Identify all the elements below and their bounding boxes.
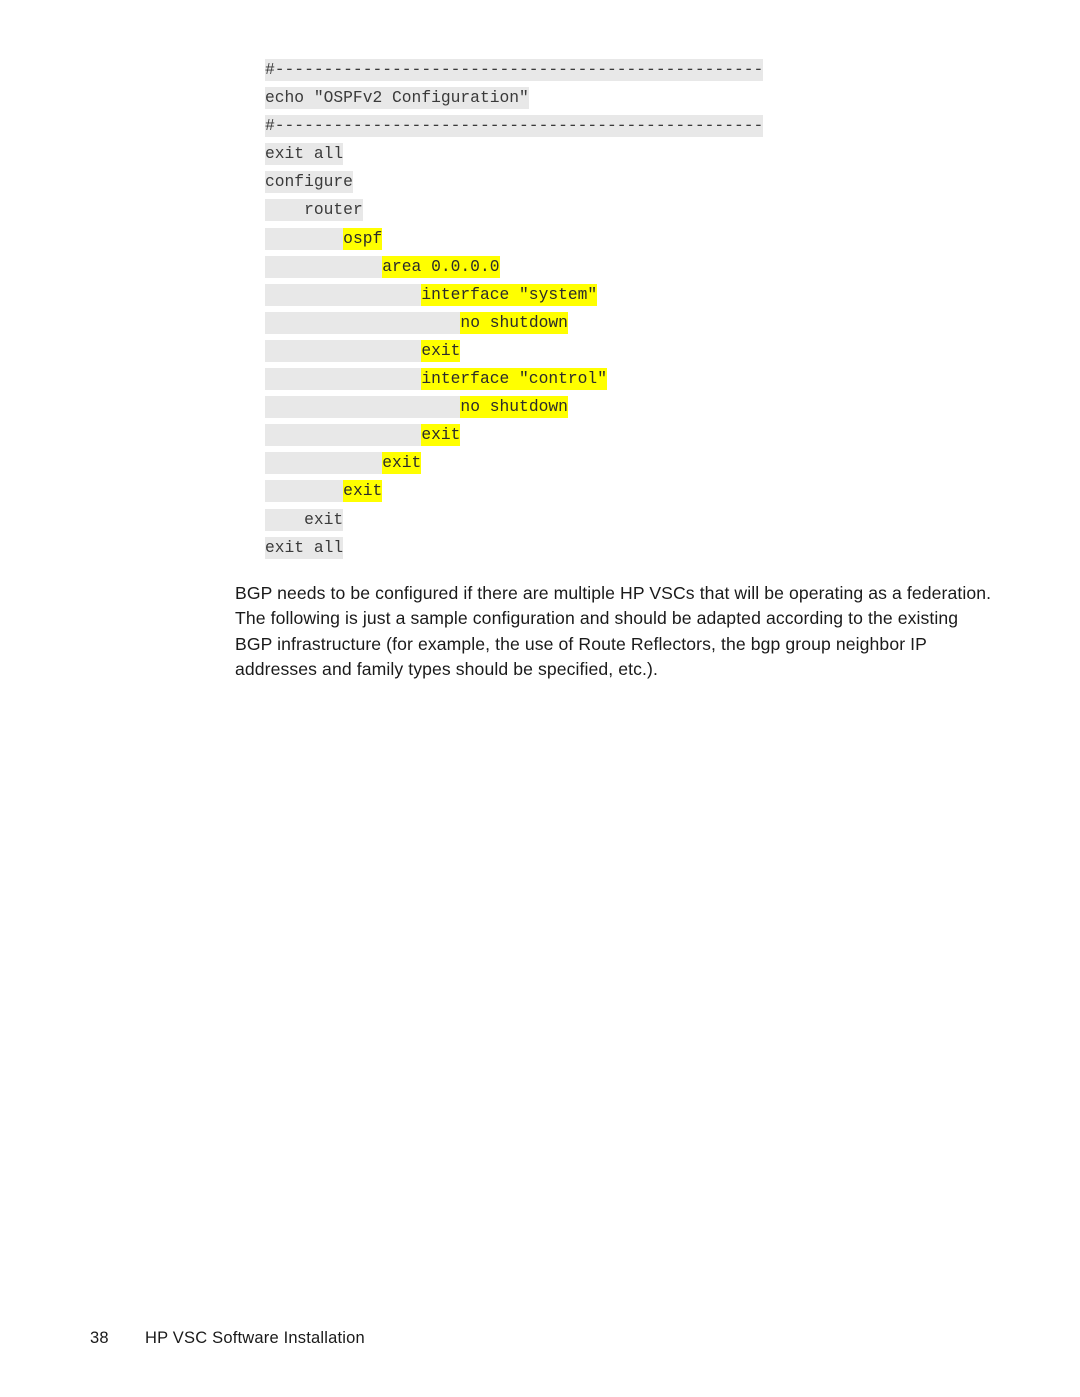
code-text-highlighted: ospf: [343, 227, 383, 250]
code-text-highlighted: exit: [421, 339, 461, 362]
code-text-highlighted: exit: [382, 452, 422, 475]
code-indent: [265, 480, 344, 503]
code-text-highlighted: exit: [421, 424, 461, 447]
code-line: exit: [265, 421, 1025, 449]
code-indent: [265, 508, 305, 531]
code-indent: [265, 339, 422, 362]
code-indent: [265, 283, 422, 306]
code-line: area 0.0.0.0: [265, 253, 1025, 281]
code-line: echo "OSPFv2 Configuration": [265, 84, 1025, 112]
footer-page-number: 38: [90, 1329, 109, 1347]
code-text: exit all: [265, 536, 344, 559]
code-indent: [265, 255, 383, 278]
code-text-highlighted: no shutdown: [460, 311, 568, 334]
code-indent: [265, 227, 344, 250]
code-indent: [265, 452, 383, 475]
code-line: exit all: [265, 140, 1025, 168]
code-block: #---------------------------------------…: [265, 56, 1025, 562]
code-line: exit: [265, 337, 1025, 365]
code-indent: [265, 396, 461, 419]
code-line: interface "system": [265, 281, 1025, 309]
code-indent: [265, 424, 422, 447]
code-text-highlighted: interface "control": [421, 368, 607, 391]
code-text: configure: [265, 171, 353, 194]
code-line: router: [265, 196, 1025, 224]
code-text: echo "OSPFv2 Configuration": [265, 87, 529, 110]
code-line: no shutdown: [265, 393, 1025, 421]
code-indent: [265, 199, 305, 222]
document-page: #---------------------------------------…: [0, 0, 1080, 1397]
code-text-highlighted: no shutdown: [460, 396, 568, 419]
code-line: #---------------------------------------…: [265, 56, 1025, 84]
code-text: #---------------------------------------…: [265, 59, 764, 81]
code-line: no shutdown: [265, 309, 1025, 337]
code-text-highlighted: area 0.0.0.0: [382, 255, 500, 278]
body-paragraph: BGP needs to be configured if there are …: [235, 583, 992, 680]
code-indent: [265, 368, 422, 391]
code-indent: [265, 311, 461, 334]
code-text: router: [304, 199, 363, 222]
code-text: exit: [304, 508, 344, 531]
code-line: exit: [265, 449, 1025, 477]
page-footer: 38 HP VSC Software Installation: [90, 1329, 365, 1348]
code-text-highlighted: exit: [343, 480, 383, 503]
code-line: configure: [265, 168, 1025, 196]
code-line: exit: [265, 506, 1025, 534]
code-line: exit: [265, 477, 1025, 505]
code-text: #---------------------------------------…: [265, 115, 764, 138]
code-text-highlighted: interface "system": [421, 283, 598, 306]
body-paragraph-container: BGP needs to be configured if there are …: [235, 581, 995, 683]
code-line: ospf: [265, 225, 1025, 253]
code-line: interface "control": [265, 365, 1025, 393]
code-line: exit all: [265, 534, 1025, 562]
code-text: exit all: [265, 143, 344, 166]
code-line: #---------------------------------------…: [265, 112, 1025, 140]
footer-title: HP VSC Software Installation: [145, 1329, 365, 1347]
